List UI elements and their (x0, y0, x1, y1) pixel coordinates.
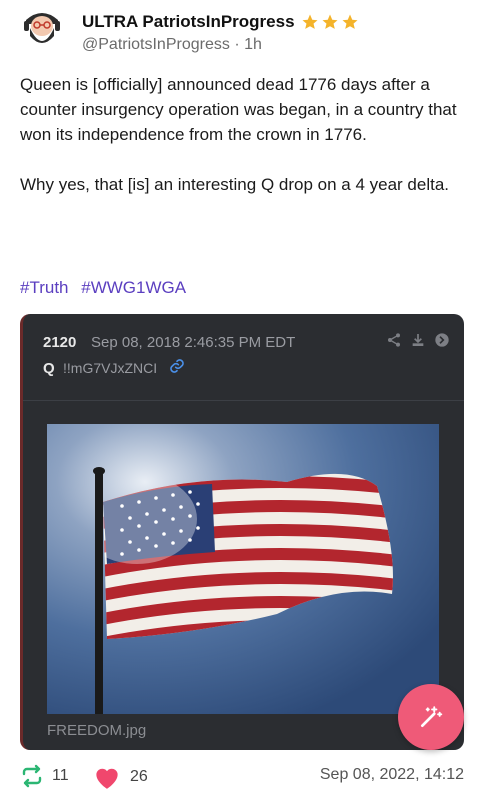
handle[interactable]: @PatriotsInProgress (82, 36, 230, 53)
display-name[interactable]: ULTRA PatriotsInProgress (82, 12, 295, 32)
post-header: ULTRA PatriotsInProgress @PatriotsInProg… (20, 6, 462, 56)
heart-icon (96, 768, 118, 789)
compose-button[interactable] (398, 684, 464, 750)
drop-date: Sep 08, 2018 2:46:35 PM EDT (91, 334, 296, 351)
post-footer: 11 26 Sep 08, 2022, 14:12 (20, 762, 464, 792)
drop-number: 2120 (43, 334, 77, 351)
tripcode: !!mG7VJxZNCI (63, 360, 158, 376)
repost-button[interactable]: 11 (20, 764, 69, 788)
arrow-right-icon[interactable] (434, 332, 450, 348)
star-icon (302, 14, 318, 29)
avatar[interactable] (20, 6, 64, 50)
separator: · (234, 36, 240, 53)
embedded-q-drop-card[interactable]: 2120 Sep 08, 2018 2:46:35 PM EDT Q !!mG7… (20, 314, 464, 750)
share-icon[interactable] (386, 332, 402, 348)
card-header: 2120 Sep 08, 2018 2:46:35 PM EDT Q !!mG7… (23, 314, 464, 401)
like-button[interactable]: 26 (92, 764, 148, 790)
image-filename[interactable]: FREEDOM.jpg (47, 722, 146, 739)
handle-row: @PatriotsInProgress · 1h (82, 36, 262, 54)
like-count: 26 (130, 768, 148, 785)
name-row: ULTRA PatriotsInProgress (82, 12, 359, 32)
drop-author: Q (43, 360, 55, 377)
download-icon[interactable] (410, 332, 426, 348)
hashtag-wwg1wga[interactable]: #WWG1WGA (81, 278, 186, 297)
star-icon (322, 14, 338, 29)
post-body: Queen is [officially] announced dead 177… (20, 75, 457, 194)
avatar-image (20, 6, 64, 50)
repost-count: 11 (52, 767, 69, 784)
verified-stars (301, 13, 359, 31)
hashtag-truth[interactable]: #Truth (20, 278, 69, 297)
post-timestamp: Sep 08, 2022, 14:12 (319, 766, 464, 783)
magic-wand-icon (420, 706, 443, 728)
repost-icon (22, 764, 42, 788)
star-icon (342, 14, 358, 29)
hashtags: #Truth #WWG1WGA (20, 278, 194, 298)
post-age: 1h (244, 36, 262, 53)
link-icon[interactable] (169, 358, 185, 379)
flag-image[interactable] (47, 424, 439, 714)
card-actions (386, 332, 450, 348)
